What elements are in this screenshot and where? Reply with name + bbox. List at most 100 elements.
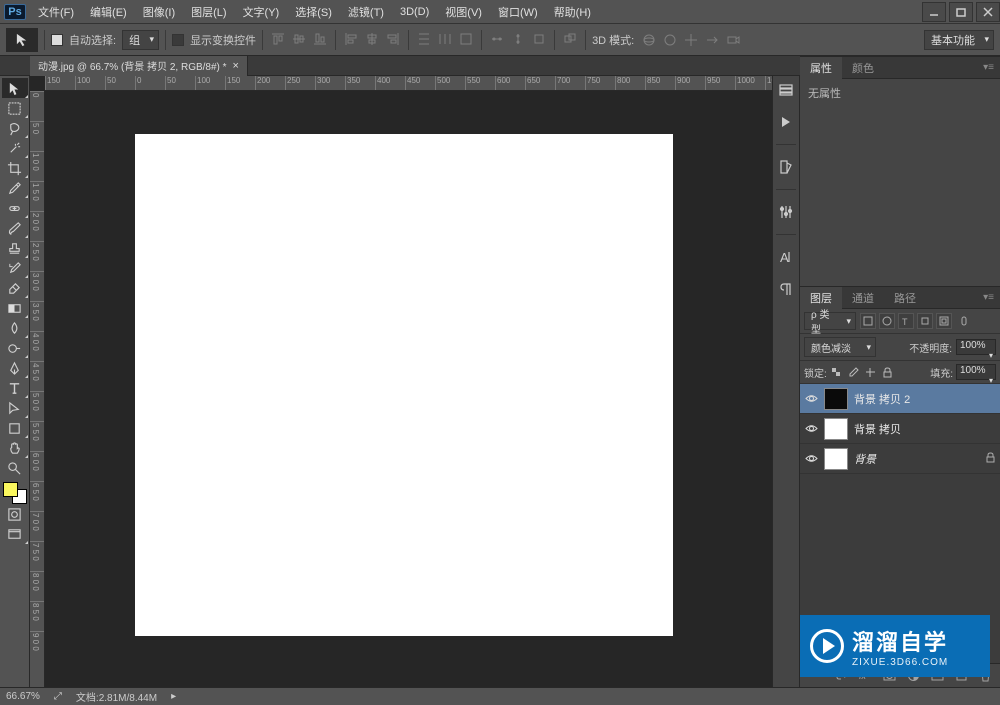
layer-thumbnail[interactable] [824,448,848,470]
close-icon[interactable]: × [233,60,239,72]
wand-tool[interactable] [2,138,28,158]
filter-pixel-icon[interactable] [860,313,876,329]
current-tool-preset[interactable] [6,28,38,52]
menu-type[interactable]: 文字(Y) [235,0,288,24]
align-hcenter-icon[interactable] [363,30,381,48]
close-button[interactable] [976,2,1000,22]
swatches-panel-icon[interactable] [776,157,796,177]
doc-size[interactable]: 文档:2.81M/8.44M [76,689,157,704]
3d-orbit-icon[interactable] [640,31,658,49]
visibility-icon[interactable] [804,422,818,436]
distribute-6-icon[interactable] [530,30,548,48]
marquee-tool[interactable] [2,98,28,118]
ruler-horizontal[interactable]: 1501005005010015020025030035040045050055… [45,76,800,91]
status-arrow-icon[interactable]: ▸ [171,691,176,702]
filter-type-icon[interactable]: T [898,313,914,329]
layer-name[interactable]: 背景 拷贝 [854,421,901,437]
adjustments-panel-icon[interactable] [776,202,796,222]
blend-mode-dropdown[interactable]: 颜色减淡 [804,337,876,357]
canvas[interactable] [135,134,673,636]
document-tab[interactable]: 动漫.jpg @ 66.7% (背景 拷贝 2, RGB/8#) * × [30,56,248,76]
shape-tool[interactable] [2,418,28,438]
canvas-area[interactable]: 1501005005010015020025030035040045050055… [30,76,800,687]
path-select-tool[interactable] [2,398,28,418]
actions-panel-icon[interactable] [776,112,796,132]
distribute-2-icon[interactable] [436,30,454,48]
menu-layer[interactable]: 图层(L) [183,0,234,24]
align-bottom-icon[interactable] [311,30,329,48]
menu-filter[interactable]: 滤镜(T) [340,0,392,24]
pen-tool[interactable] [2,358,28,378]
align-right-icon[interactable] [384,30,402,48]
tab-channels[interactable]: 通道 [842,287,884,309]
3d-camera-icon[interactable] [724,31,742,49]
tab-color[interactable]: 颜色 [842,57,884,79]
heal-tool[interactable] [2,198,28,218]
expand-icon[interactable]: ⤢ [54,691,62,702]
opacity-field[interactable]: 100% [956,339,996,355]
layer-thumbnail[interactable] [824,418,848,440]
workspace-dropdown[interactable]: 基本功能 [924,30,994,50]
crop-tool[interactable] [2,158,28,178]
history-brush-tool[interactable] [2,258,28,278]
history-panel-icon[interactable] [776,80,796,100]
maximize-button[interactable] [949,2,973,22]
fill-field[interactable]: 100% [956,364,996,380]
distribute-1-icon[interactable] [415,30,433,48]
visibility-icon[interactable] [804,452,818,466]
layer-thumbnail[interactable] [824,388,848,410]
distribute-3-icon[interactable] [457,30,475,48]
arrange-icon[interactable] [561,30,579,48]
menu-view[interactable]: 视图(V) [437,0,490,24]
panel-menu-icon[interactable]: ▾≡ [977,292,1000,303]
menu-3d[interactable]: 3D(D) [392,0,437,24]
show-transform-checkbox[interactable] [172,34,184,46]
lasso-tool[interactable] [2,118,28,138]
lock-pos-icon[interactable] [864,365,878,379]
filter-adjust-icon[interactable] [879,313,895,329]
distribute-5-icon[interactable] [509,30,527,48]
lock-paint-icon[interactable] [847,365,861,379]
gradient-tool[interactable] [2,298,28,318]
auto-select-checkbox[interactable] [51,34,63,46]
layer-row[interactable]: 背景 拷贝 2 [800,384,1000,414]
zoom-value[interactable]: 66.67% [6,691,40,702]
minimize-button[interactable] [922,2,946,22]
zoom-tool[interactable] [2,458,28,478]
tab-properties[interactable]: 属性 [800,57,842,79]
3d-pan-icon[interactable] [682,31,700,49]
layer-row[interactable]: 背景 [800,444,1000,474]
eraser-tool[interactable] [2,278,28,298]
distribute-4-icon[interactable] [488,30,506,48]
dodge-tool[interactable] [2,338,28,358]
lock-trans-icon[interactable] [830,365,844,379]
screenmode-tool[interactable] [2,524,28,544]
auto-select-dropdown[interactable]: 组 [122,30,159,50]
tab-paths[interactable]: 路径 [884,287,926,309]
stamp-tool[interactable] [2,238,28,258]
quickmask-tool[interactable] [2,504,28,524]
hand-tool[interactable] [2,438,28,458]
character-panel-icon[interactable]: A [776,247,796,267]
brush-tool[interactable] [2,218,28,238]
color-swatches[interactable] [3,482,27,504]
layer-name[interactable]: 背景 [854,451,876,467]
lock-all-icon[interactable] [881,365,895,379]
3d-slide-icon[interactable] [703,31,721,49]
blur-tool[interactable] [2,318,28,338]
move-tool[interactable] [2,78,28,98]
paragraph-panel-icon[interactable] [776,279,796,299]
menu-help[interactable]: 帮助(H) [546,0,599,24]
align-top-icon[interactable] [269,30,287,48]
ruler-vertical[interactable]: 05 01 0 01 5 02 0 02 5 03 0 03 5 04 0 04… [30,91,45,687]
filter-shape-icon[interactable] [917,313,933,329]
3d-rotate-icon[interactable] [661,31,679,49]
layer-name[interactable]: 背景 拷贝 2 [854,391,910,407]
align-vcenter-icon[interactable] [290,30,308,48]
foreground-color[interactable] [3,482,18,497]
menu-window[interactable]: 窗口(W) [490,0,546,24]
visibility-icon[interactable] [804,392,818,406]
filter-smart-icon[interactable] [936,313,952,329]
filter-toggle-icon[interactable] [956,313,972,329]
menu-select[interactable]: 选择(S) [287,0,340,24]
